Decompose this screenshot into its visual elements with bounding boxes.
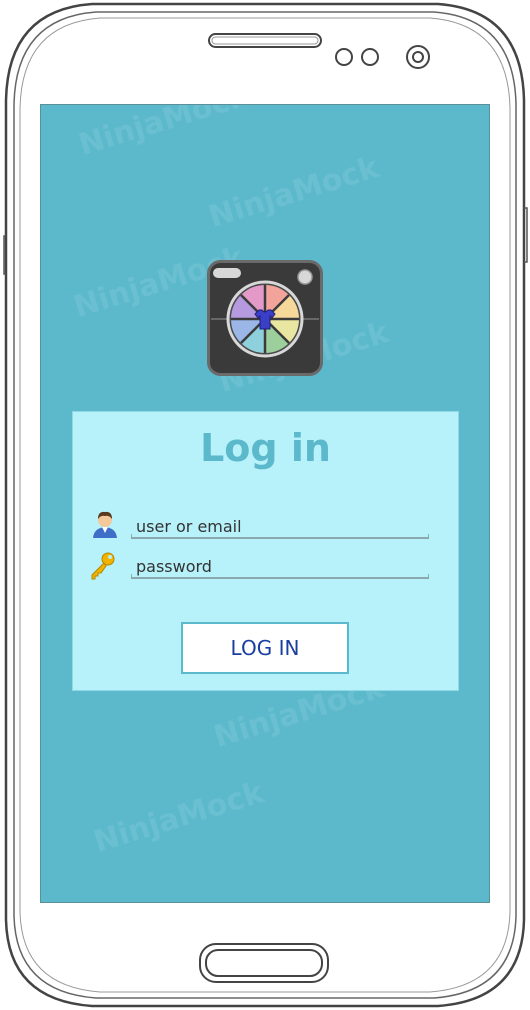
watermark: NinjaMock [204,150,383,235]
login-button-label: LOG IN [230,636,300,660]
username-field[interactable] [131,515,429,539]
password-field[interactable] [131,555,429,579]
login-button[interactable]: LOG IN [181,622,349,674]
watermark: NinjaMock [74,104,253,163]
page-title: Log in [200,426,331,470]
login-card: Log in LOG IN [72,411,459,691]
camera-aperture-shirt-icon [207,260,323,376]
user-avatar-icon [93,511,117,538]
key-icon [91,552,115,580]
password-input[interactable] [131,555,429,577]
username-input[interactable] [131,515,429,537]
watermark: NinjaMock [89,775,268,860]
